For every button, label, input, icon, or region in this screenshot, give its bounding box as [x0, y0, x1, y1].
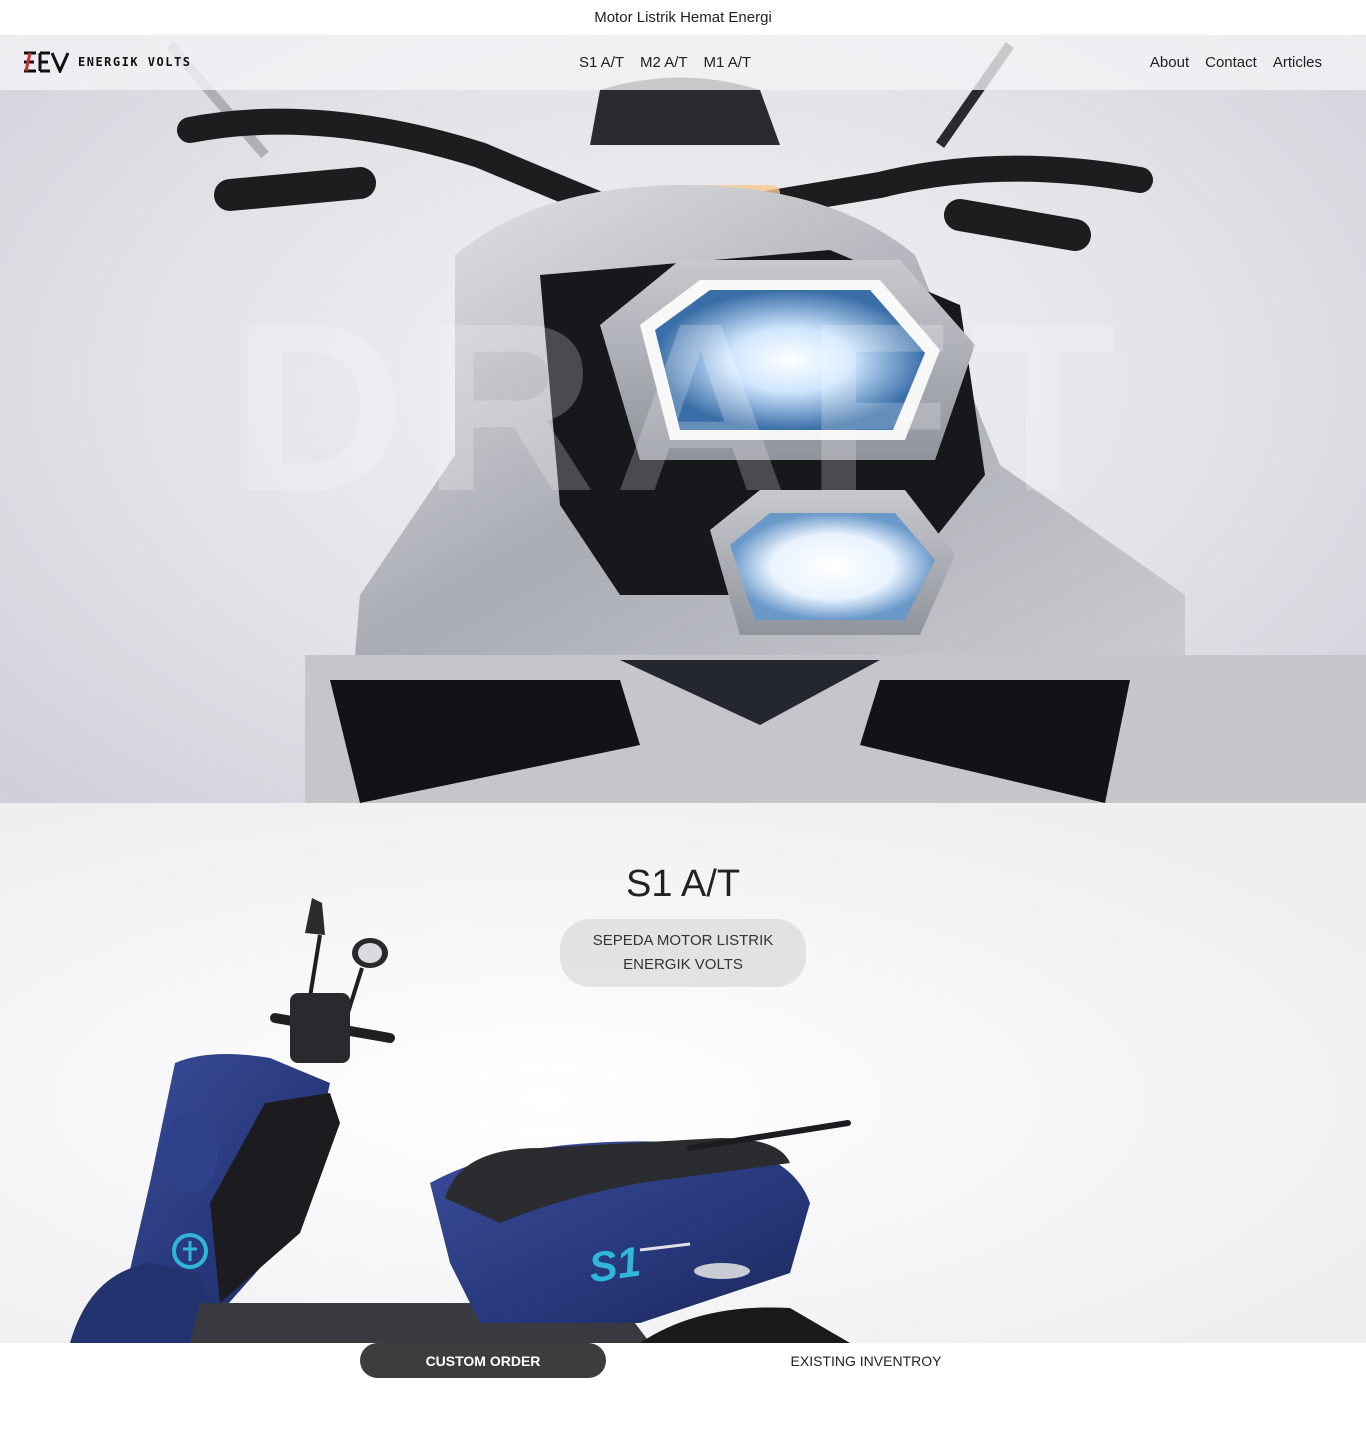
ev-logo-icon [24, 51, 70, 73]
announcement-bar: Motor Listrik Hemat Energi [0, 0, 1366, 35]
nav-model-s1[interactable]: S1 A/T [579, 54, 624, 71]
model-title: S1 A/T [625, 863, 741, 905]
nav-about[interactable]: About [1150, 54, 1189, 71]
model-nav: S1 A/T M2 A/T M1 A/T [579, 35, 751, 90]
custom-order-button[interactable]: CUSTOM ORDER [360, 1343, 606, 1378]
hero-image: DRAFT [166, 41, 1366, 803]
main-navbar: ENERGIK VOLTS S1 A/T M2 A/T M1 A/T About… [0, 35, 1366, 90]
nav-articles[interactable]: Articles [1273, 54, 1322, 71]
nav-model-m1[interactable]: M1 A/T [704, 54, 752, 71]
hero-banner: DRAFT [0, 35, 1366, 803]
hero-watermark: DRAFT [231, 273, 1134, 541]
announcement-text: Motor Listrik Hemat Energi [594, 9, 772, 26]
brand-name: ENERGIK VOLTS [78, 55, 192, 69]
existing-inventory-button[interactable]: EXISTING INVENTROY [743, 1343, 989, 1378]
brand-logo[interactable]: ENERGIK VOLTS [22, 51, 191, 73]
info-nav: About Contact Articles [1150, 35, 1322, 90]
model-subtitle: SEPEDA MOTOR LISTRIK ENERGIK VOLTS [592, 932, 774, 973]
model-subtitle-pill: SEPEDA MOTOR LISTRIK ENERGIK VOLTS [560, 919, 806, 987]
scooter-decal: S1 [586, 1238, 643, 1292]
nav-contact[interactable]: Contact [1205, 54, 1257, 71]
nav-model-m2[interactable]: M2 A/T [640, 54, 688, 71]
